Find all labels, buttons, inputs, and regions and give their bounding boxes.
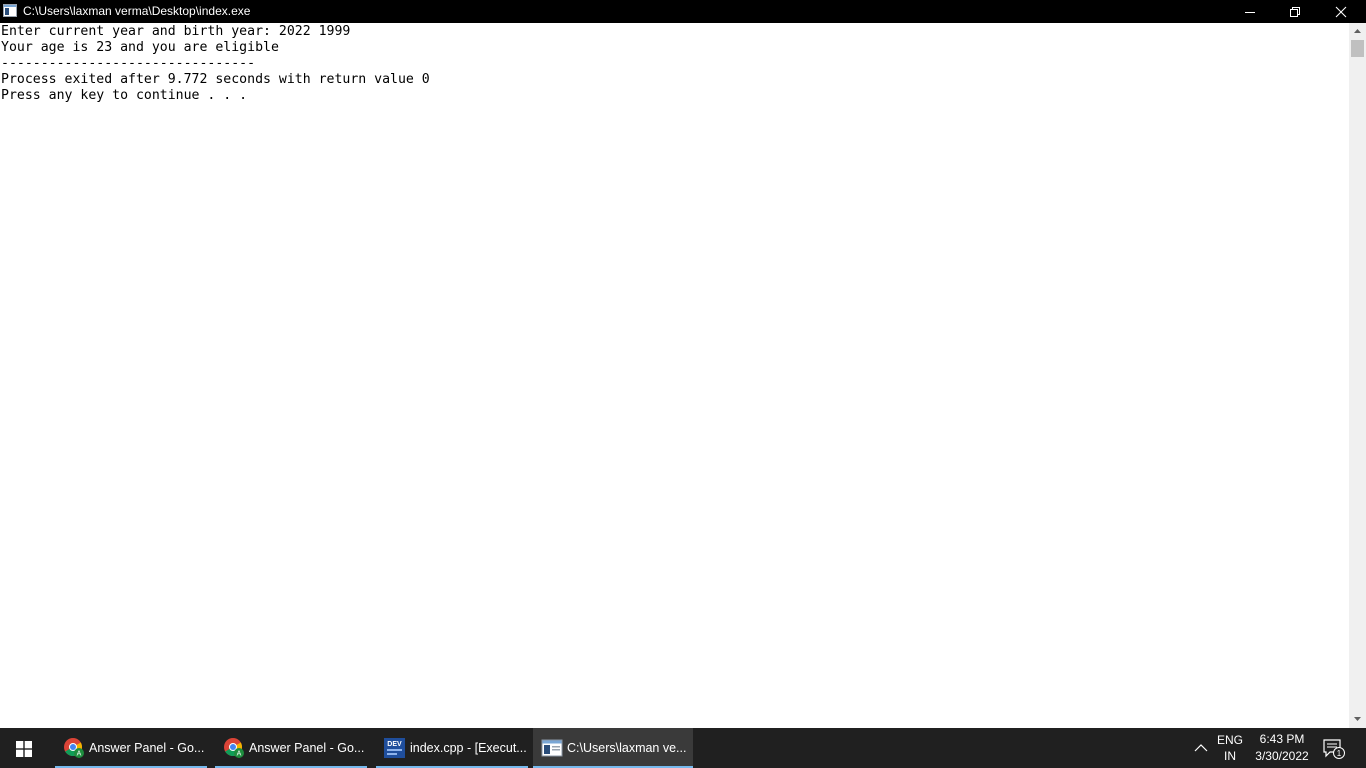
minimize-icon <box>1245 11 1255 13</box>
taskbar-item-console[interactable]: C:\Users\laxman ve... <box>533 728 693 768</box>
restore-button[interactable] <box>1272 0 1318 23</box>
close-button[interactable] <box>1318 0 1364 23</box>
region-code: IN <box>1224 749 1236 763</box>
console-line: Press any key to continue . . . <box>1 88 248 103</box>
language-code: ENG <box>1216 733 1243 747</box>
notification-count: 1 <box>1337 749 1342 758</box>
console-icon <box>541 739 563 757</box>
chrome-icon: A <box>64 738 84 758</box>
console-output[interactable]: Enter current year and birth year: 2022 … <box>0 23 1349 728</box>
minimize-button[interactable] <box>1227 0 1273 23</box>
svg-text:A: A <box>237 751 242 758</box>
action-center-button[interactable]: 1 <box>1322 738 1346 760</box>
window-title-bar[interactable]: C:\Users\laxman verma\Desktop\index.exe <box>0 0 1366 23</box>
windows-logo-icon <box>16 741 32 757</box>
console-line: -------------------------------- <box>1 56 256 71</box>
taskbar-item-dev-cpp[interactable]: DEV index.cpp - [Execut... <box>376 728 528 768</box>
console-window-icon <box>3 4 17 17</box>
dev-cpp-icon: DEV <box>384 738 405 758</box>
console-line: Process exited after 9.772 seconds with … <box>1 72 430 87</box>
window-title: C:\Users\laxman verma\Desktop\index.exe <box>23 4 251 18</box>
scroll-down-button[interactable] <box>1349 711 1366 728</box>
restore-icon <box>1290 6 1300 17</box>
show-hidden-icons-button[interactable] <box>1190 740 1212 756</box>
taskbar-item-label: C:\Users\laxman ve... <box>567 741 687 755</box>
clock[interactable]: 6:43 PM 3/30/2022 <box>1250 731 1314 765</box>
console-line: Your age is 23 and you are eligible <box>1 40 279 55</box>
taskbar: A Answer Panel - Go... A Answer Panel - … <box>0 728 1366 768</box>
taskbar-item-answer-panel-1[interactable]: A Answer Panel - Go... <box>55 728 207 768</box>
notification-icon: 1 <box>1323 739 1345 759</box>
svg-text:A: A <box>77 751 82 758</box>
taskbar-item-label: index.cpp - [Execut... <box>410 741 527 755</box>
chevron-up-icon <box>1354 29 1361 33</box>
vertical-scrollbar[interactable] <box>1349 23 1366 728</box>
input-language-indicator[interactable]: ENG IN <box>1216 732 1244 764</box>
console-line: Enter current year and birth year: 2022 … <box>1 24 351 39</box>
close-icon <box>1335 6 1347 17</box>
chevron-up-icon <box>1194 744 1208 752</box>
taskbar-item-label: Answer Panel - Go... <box>89 741 205 755</box>
scroll-up-button[interactable] <box>1349 23 1366 40</box>
clock-time: 6:43 PM <box>1259 732 1305 746</box>
chrome-icon: A <box>224 738 244 758</box>
dev-icon-text: DEV <box>387 741 402 748</box>
taskbar-item-label: Answer Panel - Go... <box>249 741 365 755</box>
chevron-down-icon <box>1354 717 1361 721</box>
scroll-thumb[interactable] <box>1351 40 1364 57</box>
clock-date: 3/30/2022 <box>1255 749 1309 763</box>
start-button[interactable] <box>0 728 48 768</box>
taskbar-item-answer-panel-2[interactable]: A Answer Panel - Go... <box>215 728 367 768</box>
